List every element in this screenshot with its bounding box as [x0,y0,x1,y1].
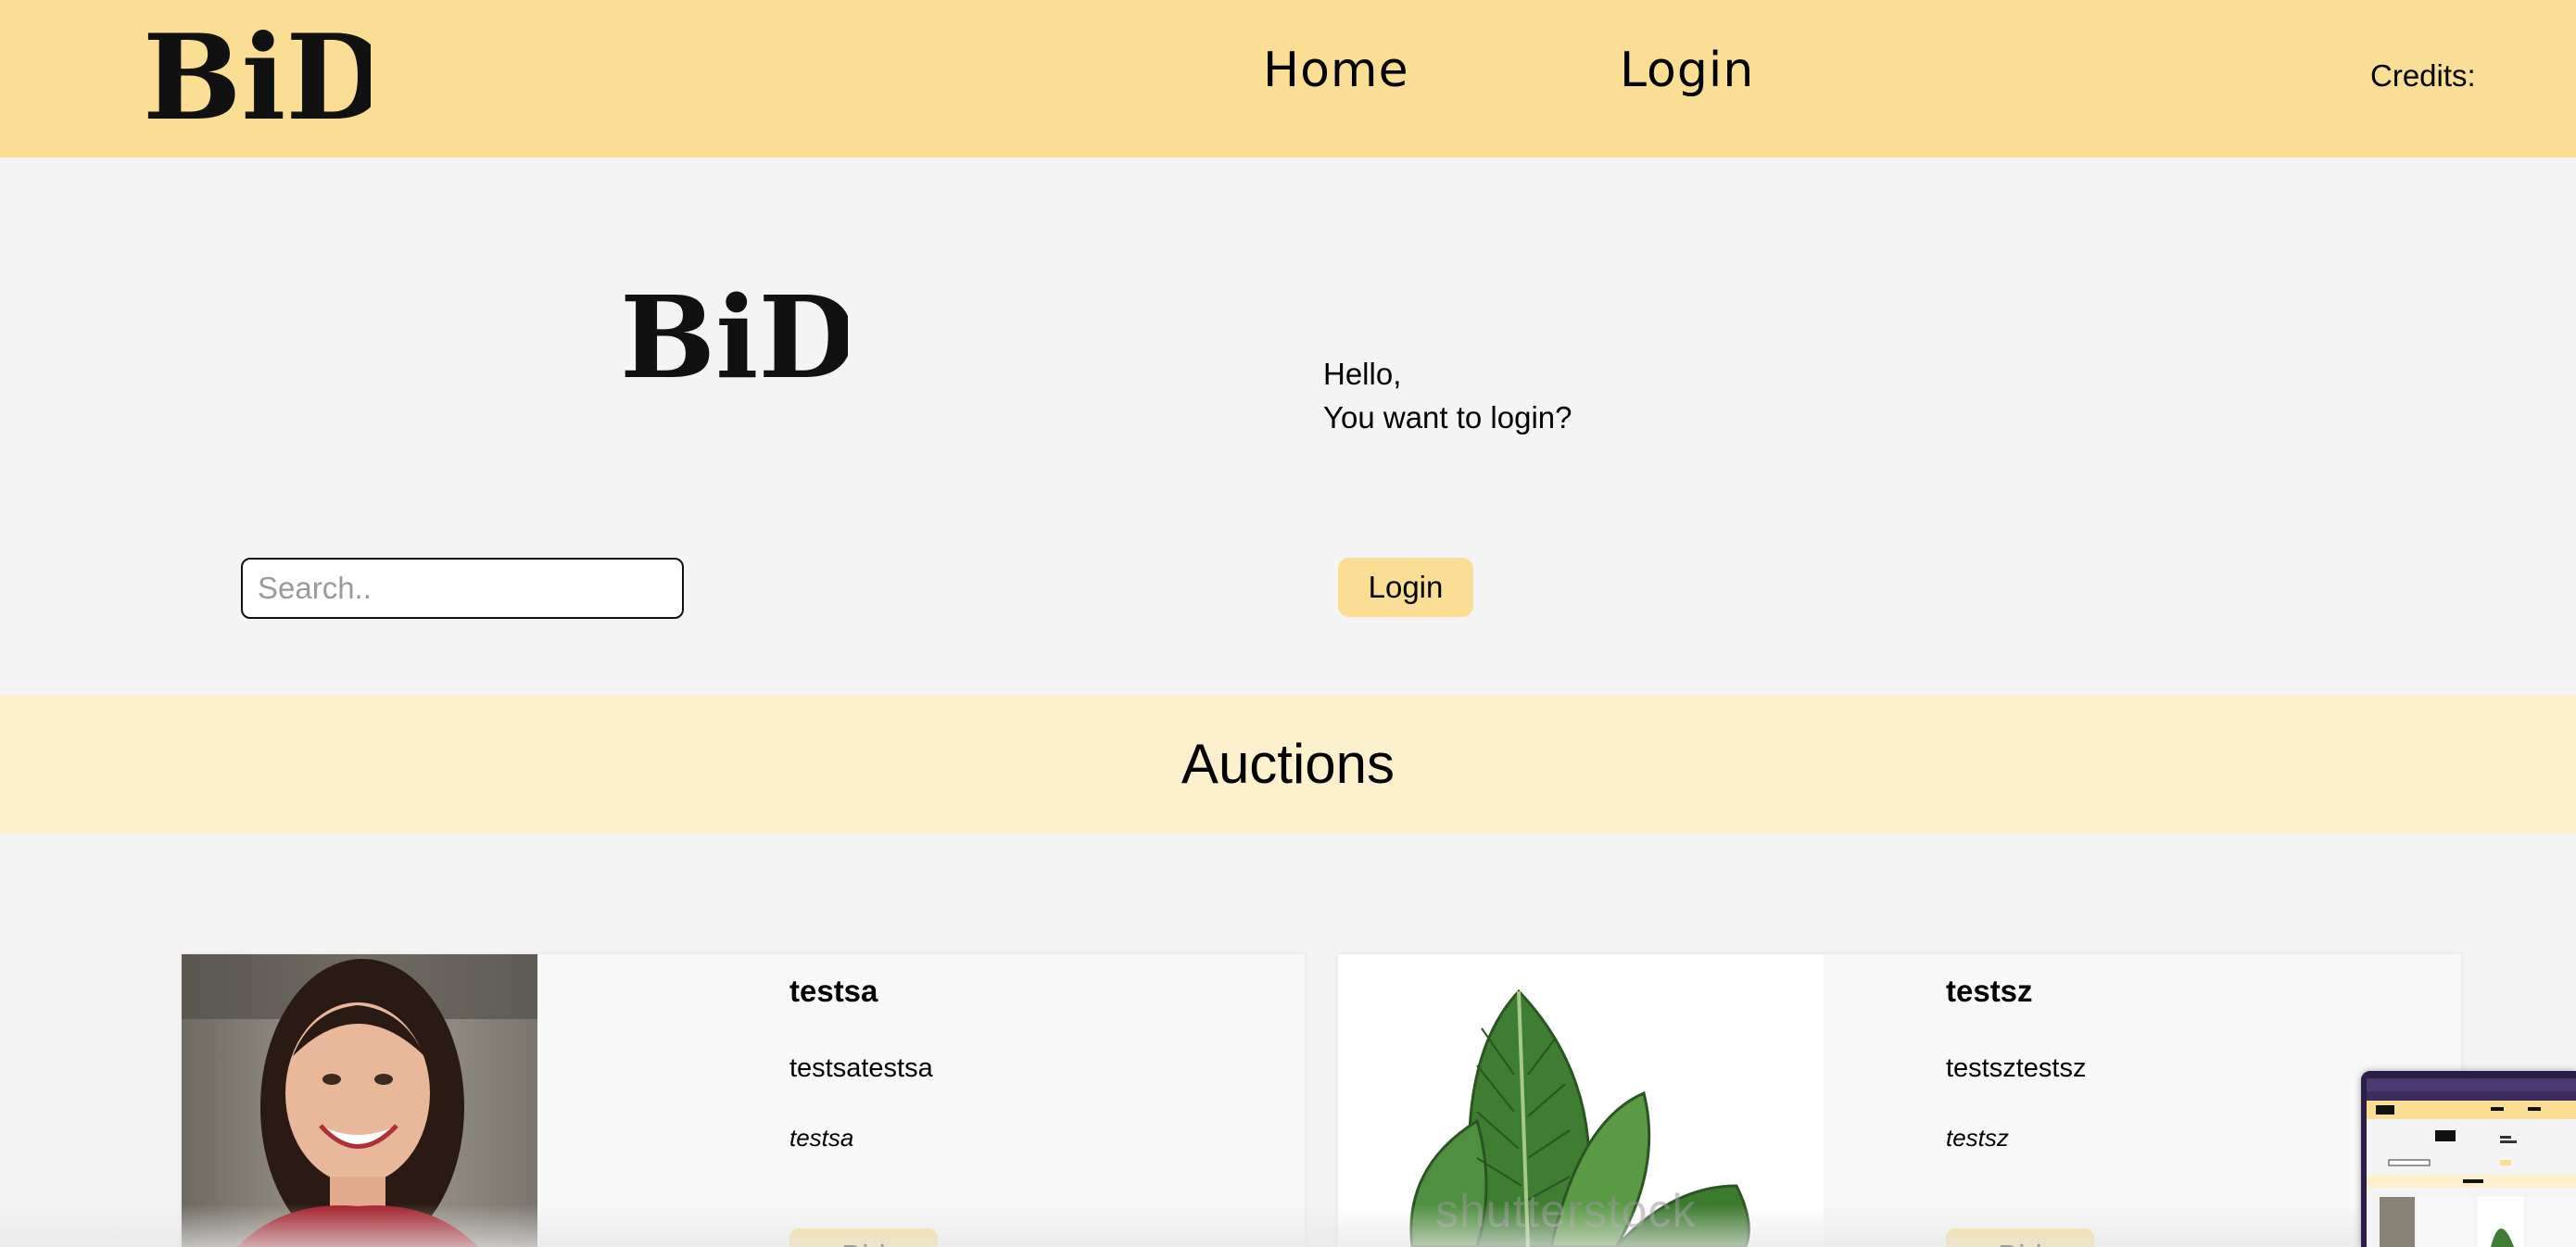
auction-description: testsztestsz [1946,1053,2087,1083]
hero-logo: BiD [620,271,848,391]
auctions-header: Auctions [0,695,2576,834]
auction-image-portrait[interactable] [182,954,537,1247]
watermark: shutterstock [1435,1185,1697,1237]
navbar: BiD Home Login Credits: [0,0,2576,157]
login-prompt: Hello, You want to login? [1323,352,1572,439]
login-question: You want to login? [1323,400,1572,435]
bid-logo[interactable]: BiD [139,9,371,139]
auction-card[interactable]: testsa testsatestsa testsa Bid [182,954,1305,1247]
nav-login-link[interactable]: Login [1620,41,1754,100]
svg-text:BiD: BiD [143,9,371,139]
credits-label: Credits: [2370,58,2476,93]
auction-title[interactable]: testsa [789,973,878,1010]
auctions-title: Auctions [1181,733,1395,795]
bid-button[interactable]: Bid [1946,1228,2094,1247]
screenshot-thumbnail[interactable] [2361,1071,2576,1247]
auction-description: testsatestsa [789,1053,933,1083]
auction-user: testsz [1946,1124,2009,1152]
auction-card[interactable]: shutterstock testsz testsztestsz testsz … [1338,954,2461,1247]
auction-image-leaf[interactable]: shutterstock [1338,954,1824,1247]
bid-button[interactable]: Bid [789,1228,938,1247]
auction-title[interactable]: testsz [1946,973,2033,1010]
login-button[interactable]: Login [1338,558,1473,617]
greeting-line: Hello, [1323,357,1402,391]
svg-text:BiD: BiD [620,271,848,391]
auction-user: testsa [789,1124,854,1152]
nav-home-link[interactable]: Home [1263,41,1409,100]
search-input[interactable] [241,558,684,619]
